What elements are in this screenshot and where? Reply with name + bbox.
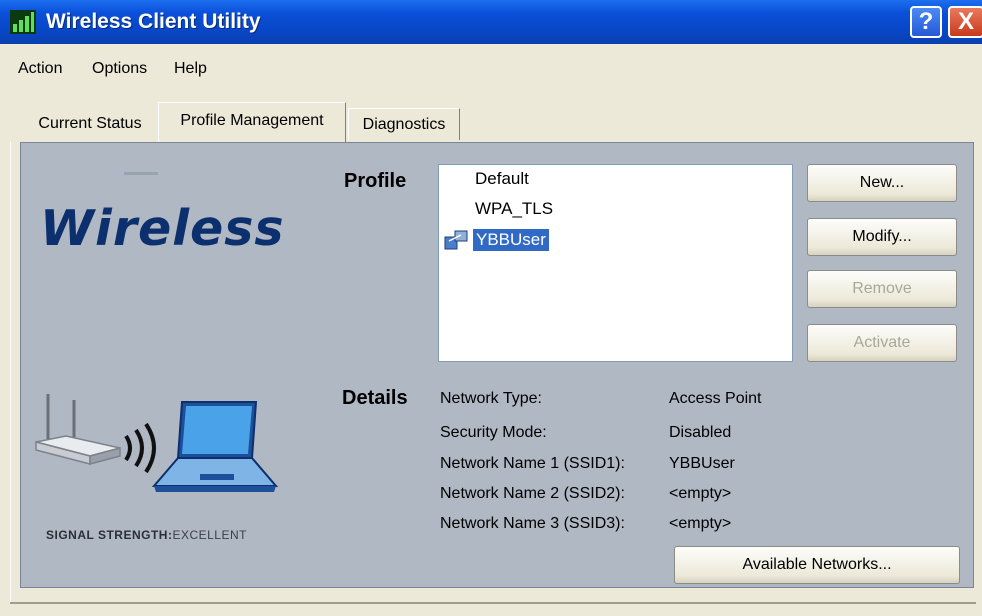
detail-key-ssid2: Network Name 2 (SSID2): <box>440 485 625 502</box>
detail-key-ssid1: Network Name 1 (SSID1): <box>440 455 625 472</box>
detail-key-security-mode: Security Mode: <box>440 424 547 441</box>
menu-help[interactable]: Help <box>174 60 207 78</box>
signal-strength-value: EXCELLENT <box>172 528 247 542</box>
window-title: Wireless Client Utility <box>46 10 261 33</box>
help-button[interactable]: ? <box>910 6 942 38</box>
detail-value-ssid3: <empty> <box>669 515 732 532</box>
detail-key-network-type: Network Type: <box>440 390 542 407</box>
tab-current-status[interactable]: Current Status <box>24 108 156 140</box>
router-laptop-illustration <box>35 394 279 492</box>
tab-diagnostics[interactable]: Diagnostics <box>348 108 460 140</box>
details-label: Details <box>342 387 408 409</box>
menu-options[interactable]: Options <box>92 60 147 78</box>
profile-label: Profile <box>344 170 407 192</box>
close-button[interactable]: X <box>948 6 982 38</box>
detail-value-network-type: Access Point <box>669 390 762 407</box>
remove-button[interactable]: Remove <box>807 270 957 308</box>
detail-value-security-mode: Disabled <box>669 424 732 441</box>
frame-bottom-edge <box>10 602 976 604</box>
wireless-logo: Wireless <box>40 200 285 257</box>
modify-button[interactable]: Modify... <box>807 218 957 256</box>
wireless-signal-icon <box>10 10 36 34</box>
profile-item-ybbuser[interactable]: YBBUser <box>473 229 549 251</box>
available-networks-button[interactable]: Available Networks... <box>674 546 960 584</box>
activate-button[interactable]: Activate <box>807 324 957 362</box>
detail-key-ssid3: Network Name 3 (SSID3): <box>440 515 625 532</box>
profile-list[interactable]: Default WPA_TLS YBBUser <box>438 164 793 362</box>
profile-item-default[interactable]: Default <box>475 169 529 189</box>
logo-accent <box>124 172 158 175</box>
signal-strength-label: SIGNAL STRENGTH: <box>46 528 173 542</box>
new-button[interactable]: New... <box>807 164 957 202</box>
detail-value-ssid2: <empty> <box>669 485 732 502</box>
active-profile-icon <box>444 230 468 250</box>
detail-value-ssid1: YBBUser <box>669 455 735 472</box>
tab-profile-management[interactable]: Profile Management <box>158 102 346 142</box>
menu-action[interactable]: Action <box>18 60 62 78</box>
profile-item-wpa-tls[interactable]: WPA_TLS <box>475 199 553 219</box>
signal-strength-text: SIGNAL STRENGTH:EXCELLENT <box>46 528 247 542</box>
frame-left-edge <box>10 142 11 602</box>
title-bar[interactable]: Wireless Client Utility ? X <box>0 0 982 44</box>
